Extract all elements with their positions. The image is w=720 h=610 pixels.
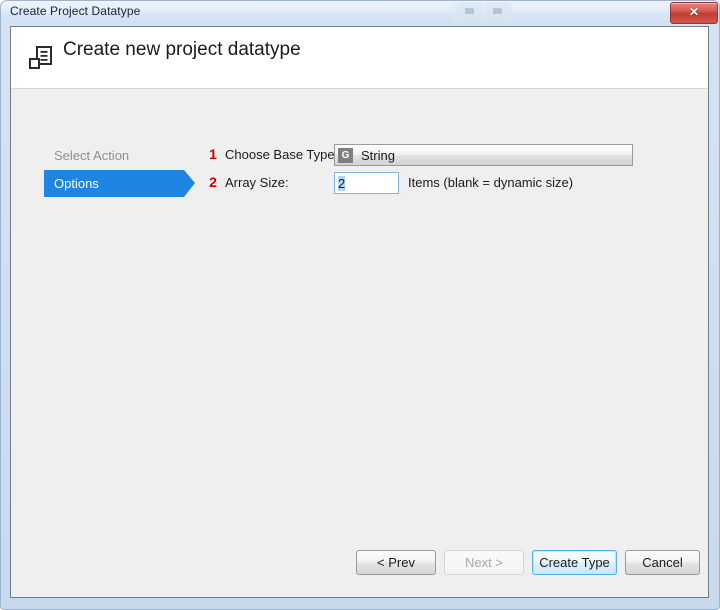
generic-type-badge-icon: G: [338, 148, 353, 163]
next-button: Next >: [444, 550, 524, 575]
sidebar-item-select-action[interactable]: Select Action: [44, 142, 129, 169]
array-size-hint: Items (blank = dynamic size): [408, 175, 574, 190]
page-title: Create new project datatype: [63, 39, 301, 60]
minimize-button[interactable]: [457, 3, 483, 19]
title-bar: Create Project Datatype ✕: [1, 1, 719, 24]
step-number-1: 1: [209, 146, 217, 162]
base-type-dropdown[interactable]: G String: [334, 144, 633, 166]
prev-button[interactable]: < Prev: [356, 550, 436, 575]
dialog-footer: < Prev Next > Create Type Cancel: [11, 537, 708, 597]
create-type-button[interactable]: Create Type: [532, 550, 617, 575]
base-type-label: Choose Base Type:: [225, 147, 339, 162]
minimize-icon: [465, 8, 474, 14]
options-form: 1 Choose Base Type: G String 2 Array Siz…: [191, 89, 708, 598]
step-number-2: 2: [209, 174, 217, 190]
close-button[interactable]: ✕: [670, 2, 718, 24]
maximize-button[interactable]: [485, 3, 511, 19]
close-icon: ✕: [688, 5, 700, 19]
sidebar-item-options[interactable]: Options: [44, 170, 184, 197]
dialog-header: Create new project datatype: [11, 27, 708, 89]
window-title: Create Project Datatype: [10, 4, 141, 18]
array-size-label: Array Size:: [225, 175, 289, 190]
datatype-structure-icon: [29, 46, 52, 69]
cancel-button[interactable]: Cancel: [625, 550, 700, 575]
maximize-icon: [493, 8, 502, 14]
base-type-value: String: [361, 148, 395, 163]
dialog-client-area: Create new project datatype Select Actio…: [10, 26, 709, 598]
wizard-step-sidebar: Select Action Options: [11, 89, 195, 598]
array-size-input[interactable]: [334, 172, 399, 194]
dialog-window: Create Project Datatype ✕ Create new pro…: [0, 0, 720, 610]
